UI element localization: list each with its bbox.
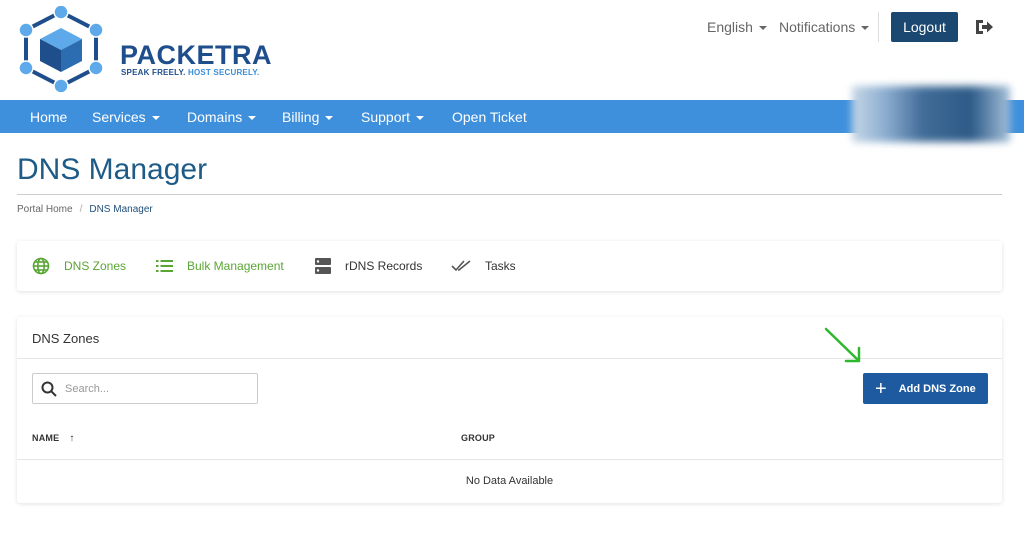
tab-tasks-label: Tasks	[485, 259, 516, 273]
column-header-group[interactable]: GROUP	[461, 433, 495, 443]
sign-out-icon[interactable]	[974, 18, 994, 36]
breadcrumb-portal-home[interactable]: Portal Home	[17, 204, 73, 215]
chevron-down-icon	[325, 116, 334, 121]
dns-tabs: DNS Zones Bulk Management rDNS Records T…	[17, 241, 1002, 291]
globe-icon	[32, 257, 50, 275]
chevron-down-icon	[758, 26, 767, 31]
language-label: English	[707, 19, 753, 35]
logo-tagline-b: HOST SECURELY.	[187, 68, 260, 77]
logo-tagline: SPEAK FREELY. HOST SECURELY.	[121, 68, 259, 77]
logo-cube-icon	[18, 6, 104, 92]
search-icon	[41, 381, 57, 397]
nav-domains-label: Domains	[187, 109, 243, 125]
nav-services[interactable]: Services	[92, 109, 160, 125]
tab-bulk-management[interactable]: Bulk Management	[156, 241, 284, 291]
logo[interactable]: PACKETRA SPEAK FREELY. HOST SECURELY.	[16, 6, 272, 92]
tab-dns-zones-label: DNS Zones	[64, 259, 127, 273]
nav-open-ticket[interactable]: Open Ticket	[452, 109, 527, 125]
list-icon	[156, 260, 173, 272]
breadcrumb-current: DNS Manager	[89, 204, 153, 215]
panel-heading: DNS Zones	[32, 331, 100, 346]
nav-billing[interactable]: Billing	[282, 109, 334, 125]
tab-rdns-records[interactable]: rDNS Records	[315, 241, 422, 291]
search-field[interactable]	[32, 373, 258, 404]
chevron-down-icon	[248, 116, 257, 121]
chevron-down-icon	[416, 116, 425, 121]
column-group-label: GROUP	[461, 433, 496, 443]
blurred-account-menu[interactable]	[852, 86, 1010, 142]
nav-home-label: Home	[30, 109, 68, 125]
tab-bulk-management-label: Bulk Management	[187, 259, 284, 273]
table-header-divider	[17, 459, 1002, 460]
language-dropdown[interactable]: English	[707, 19, 767, 35]
notifications-label: Notifications	[779, 19, 856, 35]
logout-button[interactable]: Logout	[891, 12, 958, 42]
nav-open-ticket-label: Open Ticket	[452, 109, 527, 125]
nav-billing-label: Billing	[282, 109, 320, 125]
chevron-down-icon	[151, 116, 160, 121]
column-header-name[interactable]: NAME ↑	[32, 433, 75, 444]
page-title: DNS Manager	[17, 153, 208, 186]
nav-services-label: Services	[92, 109, 146, 125]
nav-domains[interactable]: Domains	[187, 109, 257, 125]
plus-icon: +	[875, 377, 887, 400]
column-name-label: NAME	[32, 433, 60, 443]
notifications-dropdown[interactable]: Notifications	[779, 19, 870, 35]
header-divider	[878, 12, 879, 42]
breadcrumb: Portal Home / DNS Manager	[17, 204, 153, 215]
tab-rdns-records-label: rDNS Records	[345, 259, 423, 273]
add-dns-zone-label: Add DNS Zone	[898, 382, 976, 395]
nav-support-label: Support	[361, 109, 411, 125]
chevron-down-icon	[861, 26, 870, 31]
nav-support[interactable]: Support	[361, 109, 425, 125]
breadcrumb-separator: /	[79, 204, 83, 215]
title-divider	[17, 194, 1002, 195]
top-bar: PACKETRA SPEAK FREELY. HOST SECURELY. En…	[0, 0, 1024, 100]
empty-table-message: No Data Available	[465, 475, 554, 487]
sort-ascending-icon: ↑	[69, 433, 75, 444]
server-icon	[315, 258, 331, 274]
logo-tagline-a: SPEAK FREELY.	[121, 68, 186, 77]
logo-text: PACKETRA	[120, 40, 272, 70]
double-check-icon	[451, 260, 471, 272]
tab-dns-zones[interactable]: DNS Zones	[32, 241, 126, 291]
add-dns-zone-button[interactable]: + Add DNS Zone	[863, 373, 988, 404]
annotation-arrow-icon	[824, 327, 861, 363]
nav-home[interactable]: Home	[30, 109, 67, 125]
tab-tasks[interactable]: Tasks	[451, 241, 516, 291]
search-input[interactable]	[65, 374, 255, 403]
